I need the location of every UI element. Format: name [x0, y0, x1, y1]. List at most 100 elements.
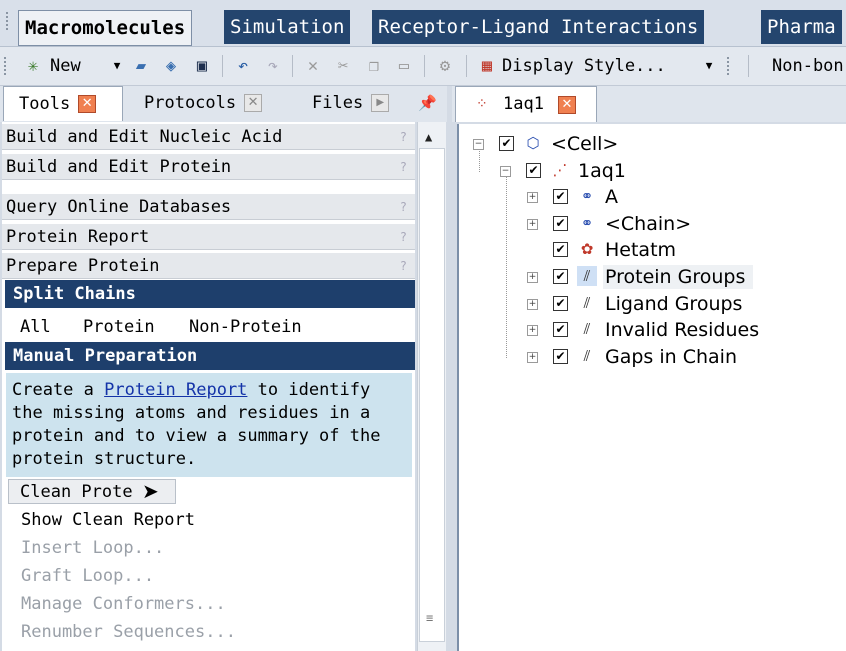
scroll-grip-icon: ≡ — [426, 611, 434, 625]
scroll-up-icon[interactable]: ▲ — [425, 130, 432, 144]
tree-row[interactable]: + ✔ ⚭ <Chain> — [459, 212, 839, 236]
help-icon[interactable]: ? — [400, 154, 407, 180]
tab-document-1aq1[interactable]: ⁘ 1aq1 ✕ — [455, 86, 597, 122]
tools-scrollbar[interactable]: ▲ ≡ — [417, 122, 446, 651]
molecule-icon: ⋰ — [552, 161, 568, 179]
collapse-icon[interactable]: − — [500, 166, 511, 177]
display-style-icon: ▦ — [481, 56, 493, 76]
expand-icon[interactable]: + — [527, 192, 538, 203]
close-icon[interactable]: ✕ — [78, 95, 97, 113]
tree-row[interactable]: − ✔ ⋰ 1aq1 — [459, 159, 839, 183]
tree-checkbox[interactable]: ✔ — [553, 322, 568, 337]
display-style-button[interactable]: Display Style... — [502, 55, 666, 77]
tree-row[interactable]: + ✔ ⚭ A — [459, 185, 839, 209]
protein-report-link[interactable]: Protein Report — [104, 380, 247, 400]
scroll-thumb[interactable]: ≡ — [419, 148, 445, 642]
group-icon: ⫽ — [583, 294, 591, 312]
undo-icon[interactable]: ↶ — [232, 55, 254, 77]
split-non-protein-link[interactable]: Non-Protein — [189, 315, 302, 339]
toolbar-separator — [424, 55, 425, 77]
open-folder-icon[interactable]: ▰ — [130, 55, 152, 77]
tab-files-label: Files — [312, 93, 364, 113]
tree-row[interactable]: + ✔ ⫽ Gaps in Chain — [459, 345, 839, 369]
tree-row[interactable]: + ✔ ⫽ Ligand Groups — [459, 292, 839, 316]
help-icon[interactable]: ? — [400, 253, 407, 279]
tool-group-label: Query Online Databases — [6, 197, 232, 217]
tree-row[interactable]: + ✔ ⫽ Invalid Residues — [459, 318, 839, 342]
save-icon[interactable]: ▣ — [191, 55, 213, 77]
chain-icon: ⚭ — [580, 214, 594, 232]
tool-group-protein[interactable]: Build and Edit Protein? — [2, 154, 415, 180]
toolbar-separator — [222, 55, 223, 77]
left-pane-tabs: Tools ✕ Protocols ✕ Files ▶ 📌 — [0, 86, 447, 122]
tree-checkbox[interactable]: ✔ — [553, 296, 568, 311]
tree-checkbox[interactable]: ✔ — [553, 216, 568, 231]
tab-files[interactable]: Files ▶ — [312, 86, 390, 120]
paste-icon[interactable]: ▭ — [393, 55, 415, 77]
non-bond-button[interactable]: Non-bon — [772, 55, 844, 77]
tree-row[interactable]: + ✔ ⫽ Protein Groups — [459, 265, 839, 289]
tree-checkbox[interactable]: ✔ — [499, 136, 514, 151]
tree-row[interactable]: ✔ ✿ Hetatm — [459, 238, 839, 262]
toolbar-separator — [466, 55, 467, 77]
tool-group-nucleic-acid[interactable]: Build and Edit Nucleic Acid? — [2, 124, 415, 150]
split-all-link[interactable]: All — [20, 315, 51, 339]
expand-icon[interactable]: + — [527, 352, 538, 363]
display-style-dropdown-icon[interactable]: ▼ — [698, 55, 720, 77]
tree-checkbox[interactable]: ✔ — [553, 349, 568, 364]
hetatm-icon: ✿ — [580, 240, 594, 258]
document-tab-label: 1aq1 — [503, 94, 544, 114]
expand-icon[interactable]: + — [527, 272, 538, 283]
tree-row[interactable]: − ✔ ⬡ <Cell> — [459, 132, 839, 156]
tree-row-label: Ligand Groups — [605, 293, 743, 315]
tree-row-label: <Chain> — [605, 213, 692, 235]
ribbon-tab-macromolecules[interactable]: Macromolecules — [18, 10, 193, 46]
open-remote-icon[interactable]: ◈ — [160, 55, 182, 77]
manage-conformers-action[interactable]: Manage Conformers... — [21, 592, 226, 616]
molecule-window-icon: ⁘ — [476, 96, 488, 112]
section-manual-preparation[interactable]: Manual Preparation — [5, 342, 415, 370]
pin-icon[interactable]: 📌 — [418, 86, 437, 120]
tree-checkbox[interactable]: ✔ — [553, 189, 568, 204]
tab-protocols[interactable]: Protocols ✕ — [144, 86, 263, 120]
new-button[interactable]: New — [50, 55, 81, 77]
tab-scroll-right-icon[interactable]: ▶ — [371, 94, 390, 112]
section-split-chains[interactable]: Split Chains — [5, 280, 415, 308]
insert-loop-action[interactable]: Insert Loop... — [21, 536, 164, 560]
expand-icon[interactable]: + — [527, 325, 538, 336]
help-icon[interactable]: ? — [400, 194, 407, 220]
redo-icon[interactable]: ↷ — [262, 55, 284, 77]
new-icon: ✳ — [27, 56, 39, 76]
group-icon: ⫽ — [577, 266, 597, 286]
split-protein-link[interactable]: Protein — [83, 315, 155, 339]
ribbon-tab-pharma[interactable]: Pharma — [761, 10, 844, 44]
close-icon[interactable]: ✕ — [244, 94, 263, 112]
ribbon-tab-simulation[interactable]: Simulation — [224, 10, 353, 44]
tool-group-prepare-protein[interactable]: Prepare Protein? — [2, 253, 415, 279]
tree-checkbox[interactable]: ✔ — [553, 242, 568, 257]
tab-tools[interactable]: Tools ✕ — [3, 86, 123, 121]
help-icon[interactable]: ? — [400, 124, 407, 150]
new-dropdown-icon[interactable]: ▼ — [106, 55, 128, 77]
mouse-cursor-icon: ➤ — [142, 479, 159, 503]
tool-group-query-online[interactable]: Query Online Databases? — [2, 194, 415, 220]
show-clean-report-action[interactable]: Show Clean Report — [21, 508, 195, 532]
cut-icon[interactable]: ✂ — [332, 55, 354, 77]
collapse-icon[interactable]: − — [473, 139, 484, 150]
expand-icon[interactable]: + — [527, 219, 538, 230]
tree-row-label: Protein Groups — [603, 265, 754, 289]
tree-checkbox[interactable]: ✔ — [553, 269, 568, 284]
renumber-sequences-action[interactable]: Renumber Sequences... — [21, 620, 236, 644]
tool-group-protein-report[interactable]: Protein Report? — [2, 224, 415, 250]
tool-group-label: Build and Edit Nucleic Acid — [6, 127, 283, 147]
ribbon-tab-receptor-ligand[interactable]: Receptor-Ligand Interactions — [372, 10, 707, 44]
tree-checkbox[interactable]: ✔ — [526, 163, 541, 178]
graft-loop-action[interactable]: Graft Loop... — [21, 564, 154, 588]
help-icon[interactable]: ? — [400, 224, 407, 250]
delete-icon[interactable]: ✕ — [302, 55, 324, 77]
settings-icon[interactable]: ⚙ — [434, 55, 456, 77]
copy-icon[interactable]: ❐ — [363, 55, 385, 77]
close-icon[interactable]: ✕ — [558, 96, 576, 114]
expand-icon[interactable]: + — [527, 299, 538, 310]
toolbar-separator — [292, 55, 293, 77]
